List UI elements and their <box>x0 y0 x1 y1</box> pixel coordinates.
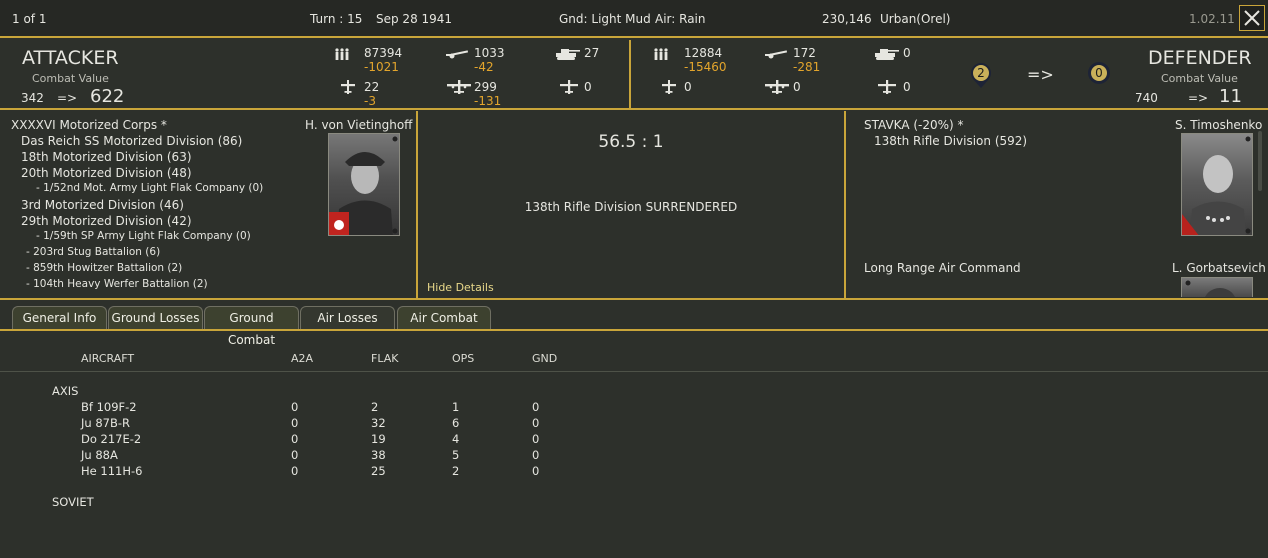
defender-fighters: 0 <box>684 80 692 94</box>
defender-hq[interactable]: STAVKA (-20%) * <box>864 118 964 132</box>
tab-ground-combat[interactable]: Ground Combat <box>204 306 299 347</box>
top-bar: 1 of 1 Turn : 15 Sep 28 1941 Gnd: Light … <box>0 0 1268 38</box>
hex-coordinate: 230,146 <box>822 12 872 26</box>
list-item[interactable]: 29th Motorized Division (42) <box>21 214 192 228</box>
defender-other-air: 0 <box>903 80 911 94</box>
attacker-fighters: 22 -3 <box>364 80 380 108</box>
attacker-cv-arrow: => <box>57 91 78 105</box>
list-item[interactable]: - 203rd Stug Battalion (6) <box>26 246 160 258</box>
fighter-icon <box>341 80 355 94</box>
location-label: Urban(Orel) <box>880 12 951 26</box>
tab-ground-losses[interactable]: Ground Losses <box>108 306 203 329</box>
defender-stats: 12884 -15460 172 -281 0 0 0 0 2 => 0 DEFEN… <box>631 40 1268 110</box>
defender-cv-from: 740 <box>1135 91 1158 105</box>
attacker-cv-label: Combat Value <box>32 72 109 85</box>
column-header-flak: FLAK <box>371 352 399 365</box>
defender-title: DEFENDER <box>1148 47 1252 69</box>
column-header-gnd: GND <box>532 352 558 365</box>
artillery-icon <box>765 50 787 59</box>
list-item[interactable]: Das Reich SS Motorized Division (86) <box>21 134 242 148</box>
defender-air-commander[interactable]: L. Gorbatsevich <box>1172 261 1266 275</box>
defender-commander[interactable]: S. Timoshenko <box>1175 118 1262 132</box>
air-losses-table: AIRCRAFT A2A FLAK OPS GND AXIS Bf 109F-2… <box>0 333 1268 558</box>
attacker-cv-from: 342 <box>21 91 44 105</box>
transport-aircraft-icon <box>560 80 578 94</box>
attacker-stats: ATTACKER Combat Value 342 => 622 87394 -1… <box>0 40 631 110</box>
close-button[interactable] <box>1239 5 1265 31</box>
group-label-axis: AXIS <box>52 384 79 398</box>
commander-portrait-icon <box>1182 136 1251 235</box>
defender-tanks: 0 <box>903 46 911 60</box>
group-label-soviet: SOVIET <box>52 495 94 509</box>
defender-cv-to: 11 <box>1219 86 1242 107</box>
list-item[interactable]: - 859th Howitzer Battalion (2) <box>26 262 182 274</box>
turn-label: Turn : 15 <box>310 12 363 26</box>
defender-commander-portrait[interactable] <box>1181 133 1253 236</box>
air-condition: Air: Rain <box>655 12 706 26</box>
transport-aircraft-icon <box>878 80 896 94</box>
infantry-icon <box>335 48 349 60</box>
attacker-hq[interactable]: XXXXVI Motorized Corps * <box>11 118 167 132</box>
attacker-tanks: 27 <box>584 46 600 60</box>
tab-air-losses[interactable]: Air Losses <box>300 306 395 329</box>
infantry-icon <box>654 48 668 60</box>
attacker-guns: 1033 -42 <box>474 46 505 74</box>
fort-level-after: 0 <box>1087 61 1111 89</box>
column-header-ops: OPS <box>452 352 475 365</box>
commander-portrait-icon <box>329 136 398 235</box>
tank-icon <box>556 49 580 60</box>
defender-cv-arrow: => <box>1188 91 1209 105</box>
artillery-icon <box>446 50 468 59</box>
tab-general-info[interactable]: General Info <box>12 306 107 329</box>
close-icon <box>1244 10 1260 26</box>
defender-air-hq[interactable]: Long Range Air Command <box>864 261 1021 275</box>
attacker-units-panel: XXXXVI Motorized Corps * H. von Vietingh… <box>0 111 418 300</box>
combat-message: 138th Rifle Division SURRENDERED <box>524 200 738 214</box>
commander-portrait-icon <box>1185 280 1235 297</box>
fort-level-before: 2 <box>969 61 993 89</box>
attacker-men: 87394 -1021 <box>364 46 403 74</box>
list-item[interactable]: - 1/59th SP Army Light Flak Company (0) <box>36 230 251 242</box>
column-header-aircraft: AIRCRAFT <box>81 352 135 365</box>
scrollbar[interactable] <box>1258 131 1262 191</box>
list-item[interactable]: 20th Motorized Division (48) <box>21 166 192 180</box>
combat-odds: 56.5 : 1 <box>598 132 664 152</box>
attacker-cv-to: 622 <box>90 86 125 107</box>
fort-arrow: => <box>1027 65 1054 84</box>
ground-condition: Gnd: Light Mud <box>559 12 651 26</box>
attacker-commander[interactable]: H. von Vietinghoff <box>305 118 412 132</box>
combat-result-panel: 56.5 : 1 138th Rifle Division SURRENDERE… <box>418 111 846 300</box>
list-item[interactable]: 3rd Motorized Division (46) <box>21 198 184 212</box>
list-item[interactable]: 138th Rifle Division (592) <box>874 134 1027 148</box>
tab-bar: General Info Ground Losses Ground Combat… <box>0 300 1268 347</box>
hide-details-link[interactable]: Hide Details <box>427 281 494 294</box>
tank-icon <box>875 49 899 60</box>
bomber-icon <box>765 80 789 94</box>
defender-guns: 172 -281 <box>793 46 821 74</box>
date-label: Sep 28 1941 <box>376 12 453 26</box>
attacker-title: ATTACKER <box>22 47 119 69</box>
header-divider <box>0 371 1268 372</box>
defender-men: 12884 -15460 <box>684 46 727 74</box>
attacker-bombers: 299 -131 <box>474 80 502 108</box>
list-item[interactable]: - 1/52nd Mot. Army Light Flak Company (0… <box>36 182 263 194</box>
attacker-other-air: 0 <box>584 80 592 94</box>
fighter-icon <box>662 80 676 94</box>
bomber-icon <box>447 80 471 94</box>
list-item[interactable]: 18th Motorized Division (63) <box>21 150 192 164</box>
version-label: 1.02.11 <box>1189 12 1235 26</box>
page-indicator: 1 of 1 <box>12 12 47 26</box>
attacker-commander-portrait[interactable] <box>328 133 400 236</box>
defender-cv-label: Combat Value <box>1161 72 1238 85</box>
defender-bombers: 0 <box>793 80 801 94</box>
air-commander-portrait[interactable] <box>1181 277 1253 297</box>
list-item[interactable]: - 104th Heavy Werfer Battalion (2) <box>26 278 208 290</box>
column-header-a2a: A2A <box>291 352 314 365</box>
defender-units-panel: STAVKA (-20%) * S. Timoshenko 138th Rifl… <box>846 111 1268 300</box>
tab-air-combat[interactable]: Air Combat <box>397 306 491 329</box>
